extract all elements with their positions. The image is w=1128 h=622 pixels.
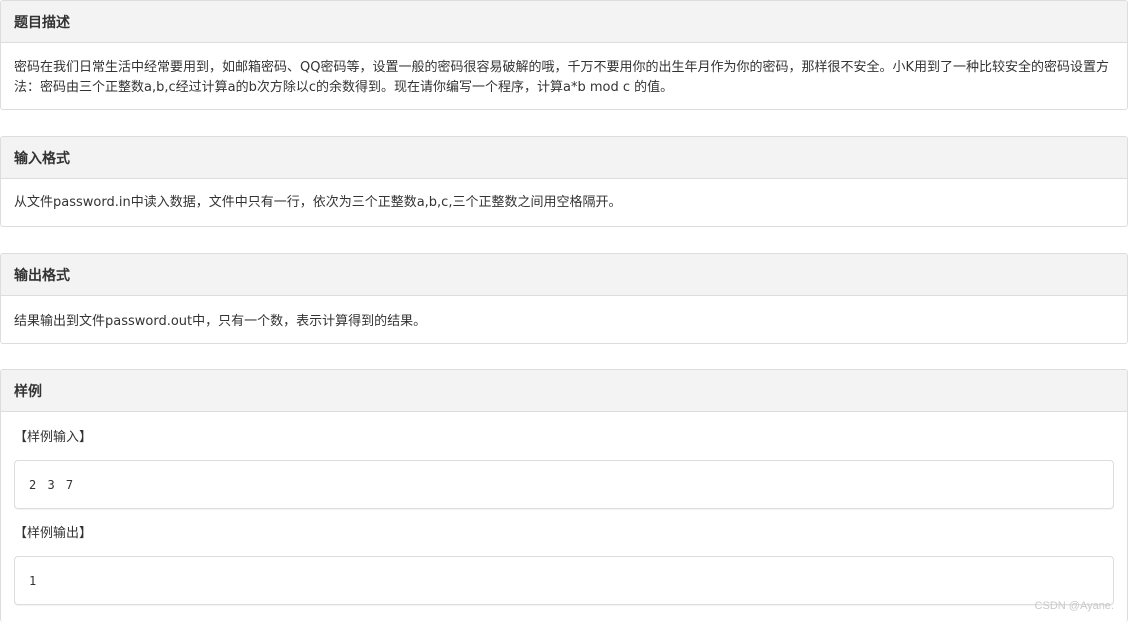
- output-format-title: 输出格式: [14, 267, 70, 284]
- description-title: 题目描述: [14, 14, 70, 31]
- sample-input-box[interactable]: 2 3 7: [14, 460, 1114, 509]
- sample-input-label: 【样例输入】: [14, 430, 93, 445]
- sample-title: 样例: [14, 383, 42, 400]
- output-format-heading: 输出格式: [1, 254, 1127, 296]
- sample-input-value: 2 3 7: [29, 477, 74, 492]
- input-format-text: 从文件password.in中读入数据，文件中只有一行，依次为三个正整数a,b,…: [14, 195, 622, 210]
- input-format-heading: 输入格式: [1, 137, 1127, 179]
- sample-body: 【样例输入】 2 3 7 【样例输出】 1: [1, 412, 1127, 605]
- sample-output-value: 1: [29, 573, 37, 588]
- input-format-panel: 输入格式 从文件password.in中读入数据，文件中只有一行，依次为三个正整…: [0, 136, 1128, 227]
- output-format-text: 结果输出到文件password.out中，只有一个数，表示计算得到的结果。: [14, 314, 427, 329]
- output-format-panel: 输出格式 结果输出到文件password.out中，只有一个数，表示计算得到的结…: [0, 253, 1128, 344]
- description-heading: 题目描述: [1, 1, 1127, 43]
- sample-output-label: 【样例输出】: [14, 526, 93, 541]
- description-text: 密码在我们日常生活中经常要用到，如邮箱密码、QQ密码等，设置一般的密码很容易破解…: [14, 60, 1109, 95]
- input-format-title: 输入格式: [14, 150, 70, 167]
- watermark: CSDN @Ayane.: [1034, 600, 1114, 612]
- description-panel: 题目描述 密码在我们日常生活中经常要用到，如邮箱密码、QQ密码等，设置一般的密码…: [0, 0, 1128, 110]
- sample-panel: 样例 【样例输入】 2 3 7 【样例输出】 1: [0, 369, 1128, 622]
- sample-heading: 样例: [1, 370, 1127, 412]
- sample-output-box[interactable]: 1: [14, 556, 1114, 605]
